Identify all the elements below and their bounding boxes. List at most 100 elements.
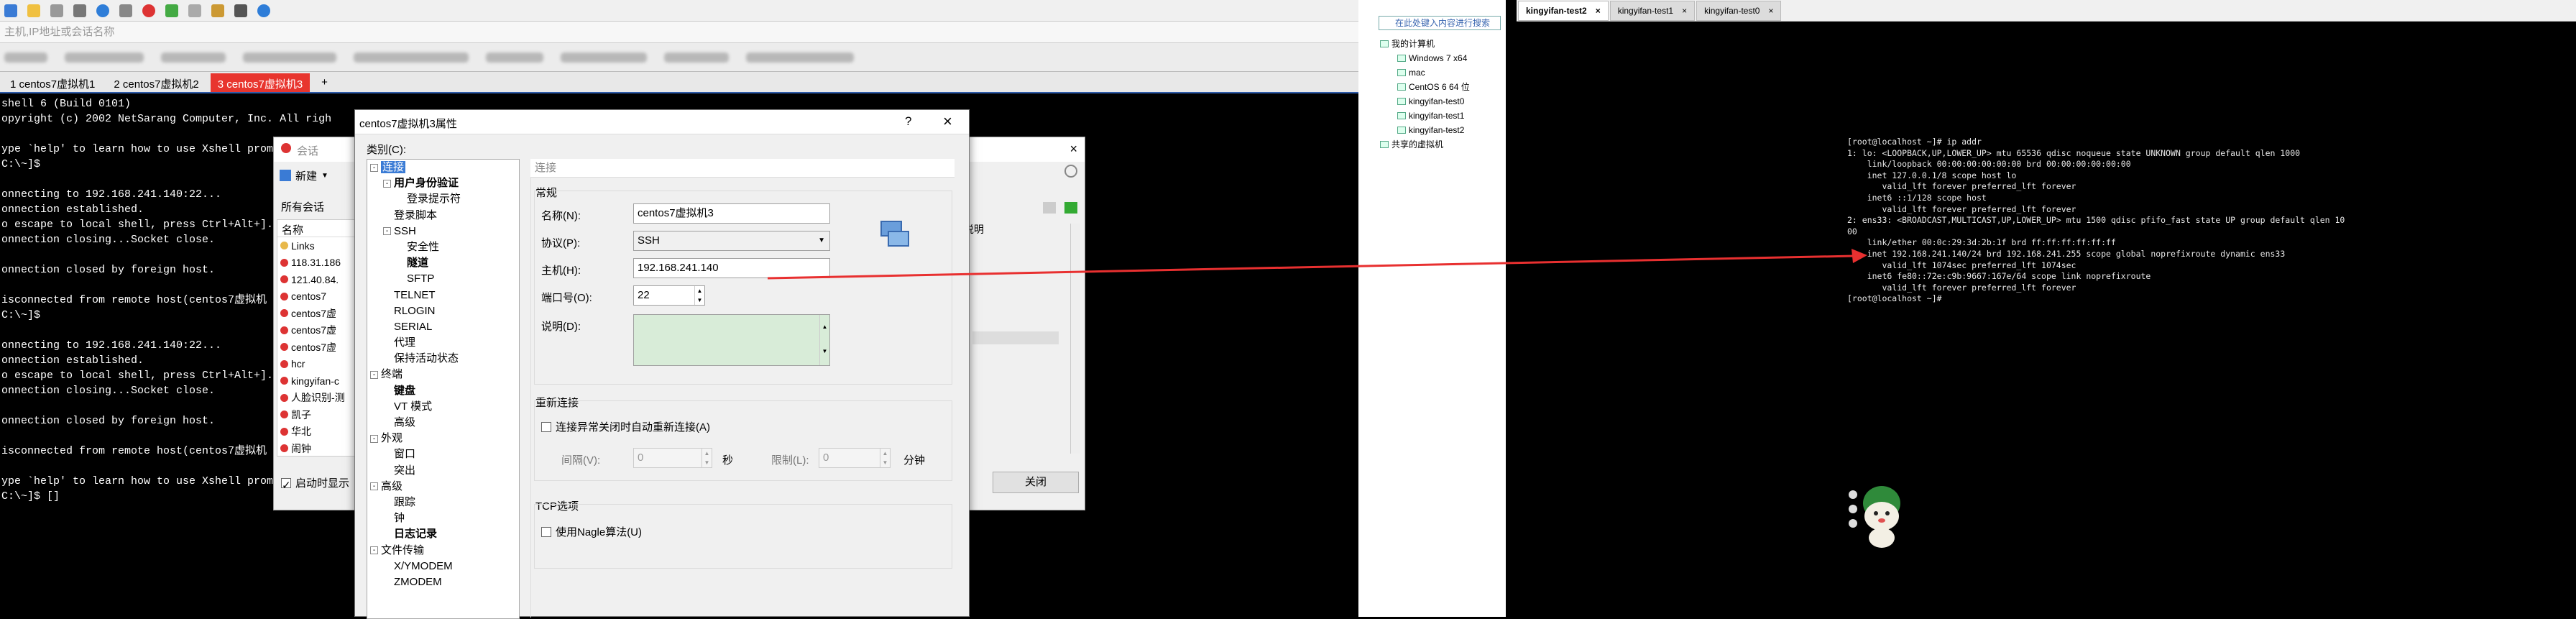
tab-centos7-1[interactable]: 1 centos7虚拟机1: [3, 73, 103, 92]
script-icon[interactable]: [119, 4, 132, 17]
session-list-item[interactable]: kingyifan-c: [277, 372, 359, 390]
folder-icon[interactable]: [1043, 202, 1056, 214]
close-button[interactable]: 关闭: [993, 472, 1079, 493]
library-item[interactable]: 我的计算机: [1380, 37, 1435, 50]
session-list-item[interactable]: 121.40.84.: [277, 271, 359, 288]
session-list-item[interactable]: 闹钟: [277, 440, 359, 457]
interval-spinner[interactable]: ▲ ▼: [702, 449, 712, 467]
tree-item[interactable]: 窗口: [367, 446, 519, 462]
startup-checkbox[interactable]: ✓ 启动时显示: [281, 475, 349, 492]
host-field[interactable]: 192.168.241.140: [633, 258, 830, 278]
vm-console[interactable]: [1517, 22, 2576, 617]
library-item[interactable]: kingyifan-test1: [1397, 109, 1464, 122]
session-list-item[interactable]: centos7: [277, 288, 359, 306]
session-list-item[interactable]: 华北: [277, 423, 359, 441]
close-icon[interactable]: ×: [943, 112, 952, 131]
tools-icon[interactable]: [211, 4, 224, 17]
library-item[interactable]: 共享的虚拟机: [1380, 138, 1443, 151]
limit-field[interactable]: 0 ▲ ▼: [819, 448, 891, 468]
tree-item[interactable]: - 高级: [367, 479, 519, 495]
tree-item[interactable]: 保持活动状态: [367, 351, 519, 367]
tree-item[interactable]: SFTP: [367, 271, 519, 287]
tree-item[interactable]: 高级: [367, 415, 519, 431]
help-icon[interactable]: [257, 4, 270, 17]
close-icon[interactable]: ×: [1682, 6, 1687, 16]
session-list-item[interactable]: 118.31.186: [277, 255, 359, 272]
tree-item[interactable]: 安全性: [367, 239, 519, 255]
tab-kingyifan-test1[interactable]: kingyifan-test1 ×: [1609, 1, 1696, 21]
tree-item[interactable]: 钟: [367, 510, 519, 526]
auto-reconnect-checkbox[interactable]: 连接异常关闭时自动重新连接(A): [541, 419, 710, 434]
close-icon[interactable]: ×: [1070, 142, 1077, 157]
close-icon[interactable]: ×: [1768, 6, 1773, 16]
tree-item[interactable]: RLOGIN: [367, 303, 519, 319]
library-item[interactable]: kingyifan-test0: [1397, 95, 1464, 108]
port-spinner[interactable]: ▲ ▼: [694, 286, 704, 305]
session-list-item[interactable]: centos7虚: [277, 339, 359, 356]
tab-kingyifan-test2[interactable]: kingyifan-test2 ×: [1518, 1, 1609, 21]
tree-item[interactable]: VT 模式: [367, 399, 519, 415]
collapse-icon[interactable]: -: [370, 434, 378, 443]
library-search-input[interactable]: 在此处键入内容进行搜索: [1379, 16, 1501, 30]
tab-centos7-3[interactable]: 3 centos7虚拟机3: [210, 73, 310, 92]
tab-centos7-2[interactable]: 2 centos7虚拟机2: [106, 73, 206, 92]
xftp-icon[interactable]: [142, 4, 155, 17]
session-list-item[interactable]: centos7虚: [277, 305, 359, 322]
session-list-item[interactable]: centos7虚: [277, 322, 359, 339]
add-tab-button[interactable]: +: [314, 73, 335, 92]
session-list-item[interactable]: 人脸识别-测: [277, 390, 359, 407]
tree-item[interactable]: - 终端: [367, 367, 519, 382]
lock-icon[interactable]: [188, 4, 201, 17]
collapse-icon[interactable]: -: [383, 179, 391, 188]
new-button[interactable]: 新建 ▼: [280, 166, 337, 185]
find-icon[interactable]: [73, 4, 86, 17]
desc-scrollbar[interactable]: ▲ ▼: [819, 315, 829, 365]
new-session-icon[interactable]: [4, 4, 17, 17]
collapse-icon[interactable]: -: [383, 227, 391, 236]
name-field[interactable]: centos7虚拟机3: [633, 203, 830, 224]
tree-item[interactable]: - SSH: [367, 224, 519, 239]
tree-item[interactable]: - 用户身份验证: [367, 175, 519, 191]
library-item[interactable]: kingyifan-test2: [1397, 124, 1464, 137]
protocol-select[interactable]: SSH ▼: [633, 231, 830, 251]
tab-kingyifan-test0[interactable]: kingyifan-test0 ×: [1696, 1, 1782, 21]
search-icon[interactable]: [1064, 165, 1077, 178]
port-field[interactable]: 22 ▲ ▼: [633, 285, 705, 306]
collapse-icon[interactable]: -: [370, 546, 378, 555]
library-item[interactable]: mac: [1397, 66, 1425, 79]
help-icon[interactable]: ?: [905, 114, 911, 129]
collapse-icon[interactable]: -: [370, 482, 378, 491]
tree-item[interactable]: 隧道: [367, 255, 519, 271]
copy-icon[interactable]: [50, 4, 63, 17]
tree-item[interactable]: 日志记录: [367, 526, 519, 542]
library-item[interactable]: CentOS 6 64 位: [1397, 81, 1470, 93]
close-icon[interactable]: ×: [1596, 6, 1601, 16]
tree-item[interactable]: SERIAL: [367, 319, 519, 335]
nagle-checkbox[interactable]: 使用Nagle算法(U): [541, 524, 642, 539]
interval-field[interactable]: 0 ▲ ▼: [633, 448, 712, 468]
session-list-item[interactable]: hcr: [277, 356, 359, 373]
session-scrollbar[interactable]: [1070, 224, 1080, 454]
refresh-icon[interactable]: [1064, 202, 1077, 214]
tree-item[interactable]: - 连接: [367, 160, 519, 175]
address-bar[interactable]: 主机,IP地址或会话名称: [0, 22, 1358, 43]
limit-spinner[interactable]: ▲ ▼: [880, 449, 890, 467]
layout-icon[interactable]: [234, 4, 247, 17]
session-list-item[interactable]: 凯子: [277, 406, 359, 423]
tree-item[interactable]: - 外观: [367, 431, 519, 446]
tree-item[interactable]: 登录脚本: [367, 208, 519, 224]
tree-item[interactable]: 键盘: [367, 383, 519, 399]
tree-item[interactable]: 突出: [367, 463, 519, 479]
tree-item[interactable]: 登录提示符: [367, 191, 519, 207]
collapse-icon[interactable]: -: [370, 163, 378, 172]
tree-item[interactable]: - 文件传输: [367, 543, 519, 559]
library-item[interactable]: Windows 7 x64: [1397, 52, 1467, 65]
fullscreen-icon[interactable]: [165, 4, 178, 17]
globe-icon[interactable]: [96, 4, 109, 17]
description-textarea[interactable]: ▲ ▼: [633, 314, 830, 366]
collapse-icon[interactable]: -: [370, 370, 378, 379]
tree-item[interactable]: X/YMODEM: [367, 559, 519, 574]
tree-item[interactable]: 代理: [367, 335, 519, 351]
tree-item[interactable]: TELNET: [367, 288, 519, 303]
tree-item[interactable]: 跟踪: [367, 495, 519, 510]
